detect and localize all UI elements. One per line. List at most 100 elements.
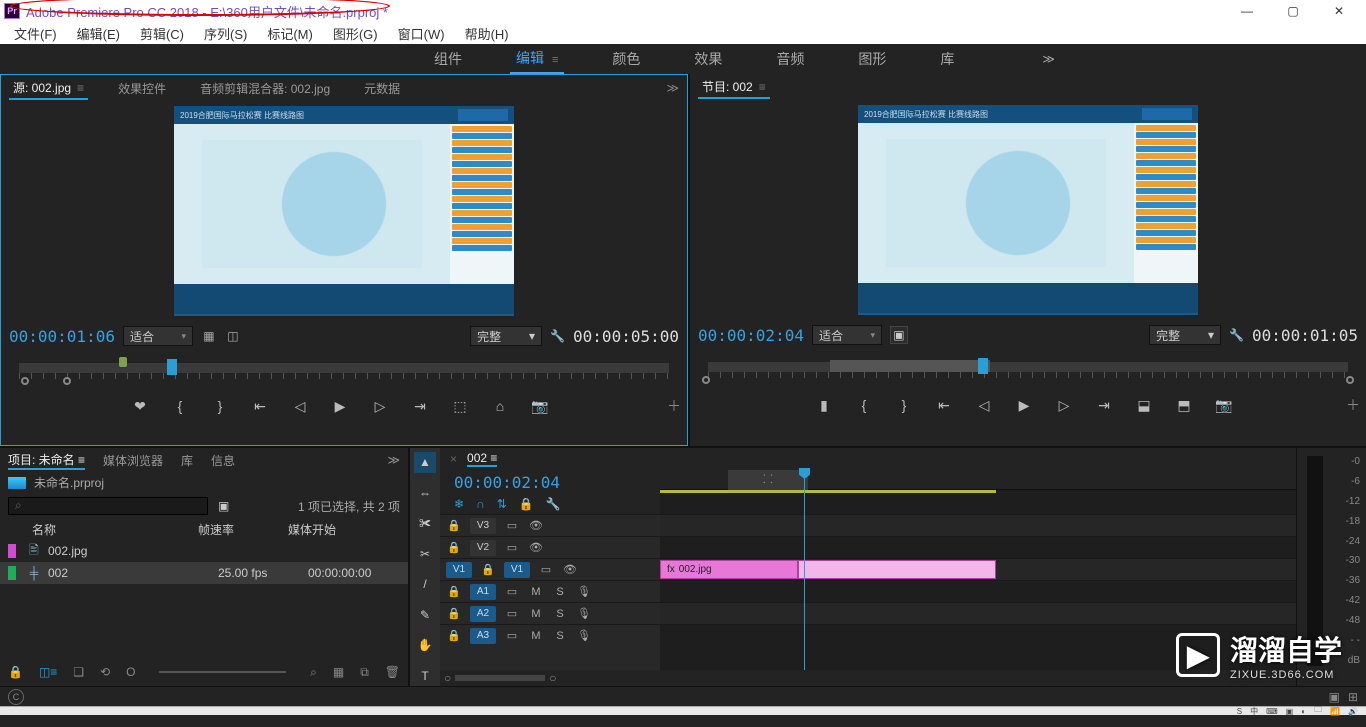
eye-icon[interactable]: 👁	[528, 519, 544, 532]
lock-icon[interactable]: 🔒	[480, 563, 496, 576]
new-item-icon[interactable]: ⧉	[360, 665, 369, 680]
step-back-icon[interactable]: ◁	[974, 397, 994, 414]
overlay-icon[interactable]: ◫	[225, 329, 241, 343]
source-scrubber[interactable]	[11, 355, 677, 385]
step-back-icon[interactable]: ◁	[290, 398, 310, 415]
tray-ime-icon[interactable]: S	[1237, 707, 1242, 716]
razor-tool-icon[interactable]: ✂	[414, 544, 436, 565]
zoom-handle-left[interactable]	[702, 376, 710, 384]
tl-zoom-handle-left[interactable]: ○	[444, 671, 451, 685]
sync-icon[interactable]: ▭	[504, 541, 520, 554]
tray-vol-icon[interactable]: 🔊	[1348, 707, 1358, 716]
step-fwd-icon[interactable]: ▷	[370, 398, 390, 415]
program-tc-in[interactable]: 00:00:02:04	[698, 326, 804, 345]
snap-icon[interactable]: ❄	[454, 497, 464, 511]
notification-icon[interactable]: ⊞	[1348, 690, 1358, 704]
label-chip[interactable]	[8, 566, 16, 580]
writable-icon[interactable]: 🔒	[8, 665, 23, 679]
tl-settings-icon[interactable]: 🔒	[519, 497, 534, 511]
tab-menu-icon[interactable]: ≡	[759, 80, 766, 94]
sync-icon[interactable]: ▭	[504, 519, 520, 532]
eye-icon[interactable]: 👁	[562, 563, 578, 576]
grid-icon[interactable]: ▦	[201, 329, 217, 343]
menu-file[interactable]: 文件(F)	[4, 22, 67, 44]
ws-menu-icon[interactable]: ≡	[552, 54, 558, 66]
solo-icon[interactable]: S	[552, 608, 568, 620]
sync-icon[interactable]: ▭	[504, 629, 520, 642]
tray-folder-icon[interactable]: 🗀	[1314, 704, 1322, 718]
sequence-tab[interactable]: 002 ≡	[467, 451, 497, 467]
track-v3-label[interactable]: V3	[470, 518, 496, 534]
clip-v1-b[interactable]	[798, 560, 996, 579]
project-search-input[interactable]: ⌕	[8, 497, 208, 515]
tab-info[interactable]: 信息	[211, 452, 235, 469]
marker-view-icon[interactable]: ⇅	[497, 497, 507, 511]
extract-icon[interactable]: ⬒	[1174, 397, 1194, 414]
ws-graphics[interactable]: 图形	[852, 45, 892, 73]
program-scrubber[interactable]	[700, 354, 1356, 384]
timeline-tc[interactable]: 00:00:02:04	[454, 473, 560, 492]
track-row-v3[interactable]	[660, 514, 1296, 536]
src-v1-patch[interactable]: V1	[446, 562, 472, 578]
tab-effect-controls[interactable]: 效果控件	[114, 78, 170, 99]
track-select-tool-icon[interactable]: ⇔	[414, 483, 436, 504]
tab-media-browser[interactable]: 媒体浏览器	[103, 452, 163, 469]
tray-wifi-icon[interactable]: 📶	[1330, 707, 1340, 716]
zoom-handle-right[interactable]	[63, 377, 71, 385]
marker-icon[interactable]: ❤	[130, 398, 150, 415]
tab-source[interactable]: 源: 002.jpg≡	[9, 77, 88, 100]
type-tool-icon[interactable]: T	[414, 666, 436, 687]
tl-wrench-icon[interactable]: 🔧	[546, 497, 561, 511]
lock-icon[interactable]: 🔒	[446, 541, 462, 554]
mute-icon[interactable]: M	[528, 586, 544, 598]
tray-sun-icon[interactable]: ◐	[1301, 707, 1306, 716]
list-view-icon[interactable]: ◫≡	[39, 665, 57, 679]
goto-out-icon[interactable]: ⇥	[410, 398, 430, 415]
menu-window[interactable]: 窗口(W)	[388, 22, 455, 44]
export-frame-icon[interactable]: 📷	[530, 398, 550, 415]
program-monitor[interactable]: 2019合肥国际马拉松赛 比赛线路图	[690, 100, 1366, 320]
ripple-tool-icon[interactable]: ✀	[414, 513, 436, 534]
ws-effects[interactable]: 效果	[688, 45, 728, 73]
play-icon[interactable]: ▶	[1014, 397, 1034, 414]
insert-icon[interactable]: ⬚	[450, 398, 470, 415]
ws-color[interactable]: 颜色	[606, 45, 646, 73]
track-row-a3[interactable]	[660, 624, 1296, 646]
goto-out-icon[interactable]: ⇥	[1094, 397, 1114, 414]
lock-icon[interactable]: 🔒	[446, 607, 462, 620]
close-button[interactable]: ✕	[1316, 0, 1362, 22]
zoom-slider-icon[interactable]: O	[126, 665, 135, 679]
minimize-button[interactable]: —	[1224, 0, 1270, 22]
tab-menu-icon[interactable]: ≡	[77, 81, 84, 95]
program-zoom-select[interactable]: 适合▾	[812, 325, 882, 345]
pen-tool-icon[interactable]: ✎	[414, 605, 436, 626]
project-row[interactable]: 🖹 002.jpg	[0, 540, 408, 562]
col-framerate[interactable]: 帧速率	[198, 521, 288, 538]
solo-icon[interactable]: S	[552, 586, 568, 598]
track-v2-label[interactable]: V2	[470, 540, 496, 556]
solo-icon[interactable]: S	[552, 630, 568, 642]
export-frame-icon[interactable]: 📷	[1214, 397, 1234, 414]
ws-editing[interactable]: 编辑≡	[510, 44, 564, 74]
eye-icon[interactable]: 👁	[528, 541, 544, 554]
menu-help[interactable]: 帮助(H)	[455, 22, 519, 44]
ws-libraries[interactable]: 库	[934, 45, 960, 73]
source-tc-in[interactable]: 00:00:01:06	[9, 327, 115, 346]
lock-icon[interactable]: 🔒	[446, 629, 462, 642]
mark-in-icon[interactable]: {	[854, 397, 874, 413]
playhead-handle[interactable]	[167, 359, 177, 375]
work-area[interactable]	[830, 360, 990, 372]
tab-metadata[interactable]: 元数据	[360, 78, 404, 99]
sync-icon[interactable]: ▭	[504, 585, 520, 598]
track-a3-label[interactable]: A3	[470, 628, 496, 644]
lock-icon[interactable]: 🔒	[446, 519, 462, 532]
new-bin-icon[interactable]: ▦	[333, 665, 344, 679]
marker-icon[interactable]: ▮	[814, 397, 834, 414]
bin-icon[interactable]: ▣	[218, 499, 229, 513]
mark-out-icon[interactable]: }	[894, 397, 914, 413]
tab-project[interactable]: 项目: 未命名 ≡	[8, 451, 85, 470]
button-editor-icon[interactable]: ＋	[1346, 395, 1366, 415]
find-icon[interactable]: ⌕	[310, 665, 317, 680]
goto-in-icon[interactable]: ⇤	[250, 398, 270, 415]
record-icon[interactable]: 🎙	[576, 629, 592, 642]
